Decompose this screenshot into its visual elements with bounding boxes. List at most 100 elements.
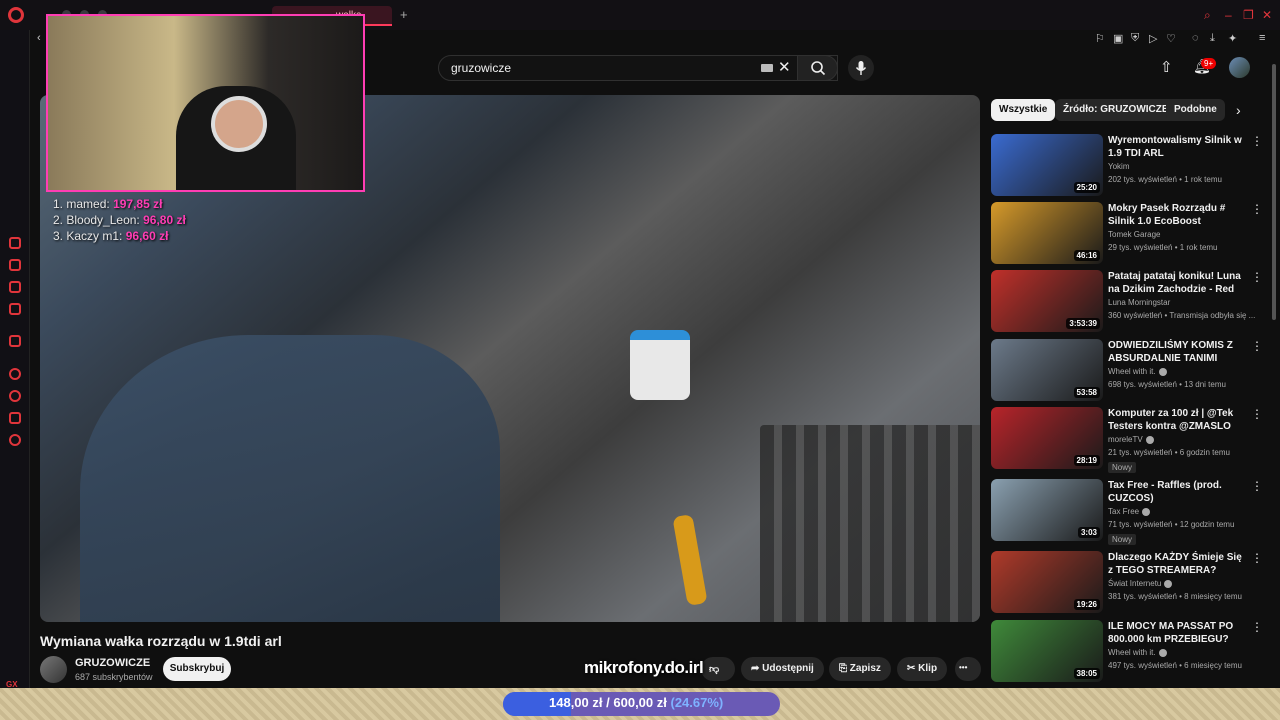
new-tab-button[interactable]: + (400, 7, 408, 22)
more-actions-button[interactable]: ••• (955, 657, 981, 681)
recommendation-thumbnail[interactable]: 46:16 (991, 202, 1103, 264)
scrollbar[interactable] (1272, 64, 1276, 320)
extensions-icon[interactable] (9, 412, 21, 424)
channel-avatar[interactable] (40, 656, 67, 683)
recommendation-item[interactable]: 28:19 Komputer za 100 zł | @Tek Testers k… (991, 407, 1263, 473)
recommendation-title[interactable]: Tax Free - Raffles (prod. CUZCOS) (1108, 479, 1248, 505)
voice-search-button[interactable] (848, 55, 874, 81)
close-window-icon[interactable]: ✕ (1262, 8, 1272, 22)
video-duration: 3:53:39 (1066, 318, 1100, 329)
recommendation-channel-row: Tax Free (1108, 507, 1151, 516)
share-button[interactable]: ➦ Udostępnij (741, 657, 824, 681)
verified-check-icon (1158, 648, 1167, 657)
video-frame-engine (760, 425, 980, 622)
clear-search-icon[interactable]: ✕ (778, 58, 791, 76)
maximize-icon[interactable]: ❐ (1243, 8, 1254, 22)
ai-icon[interactable]: ✦ (1228, 32, 1237, 45)
back-icon[interactable]: ‹ (37, 32, 41, 44)
recommendation-item[interactable]: 46:16 Mokry Pasek Rozrządu # Silnik 1.0 E… (991, 202, 1263, 266)
recommendation-title[interactable]: Mokry Pasek Rozrządu # Silnik 1.0 EcoBoo… (1108, 202, 1248, 228)
chevron-right-icon[interactable]: › (1236, 102, 1241, 118)
clip-label: Klip (918, 663, 938, 674)
music-icon[interactable] (9, 303, 21, 315)
history-icon[interactable] (9, 390, 21, 402)
bookmark-icon[interactable]: ⚐ (1095, 32, 1105, 45)
keyboard-icon[interactable] (761, 64, 773, 72)
recommendation-channel[interactable]: Yokim (1108, 162, 1130, 171)
recommendation-item[interactable]: 38:05 ILE MOCY MA PASSAT PO 800.000 km PR… (991, 620, 1263, 684)
recommendation-title[interactable]: Patataj patataj koniku! Luna na Dzikim Z… (1108, 270, 1248, 296)
recommendation-item[interactable]: 19:26 Dlaczego KAŻDY Śmieje Się z TEGO ST… (991, 551, 1263, 615)
account-avatar[interactable] (1229, 57, 1250, 78)
goal-percent: (24.67%) (670, 695, 724, 710)
recommendation-title[interactable]: Wyremontowalismy Silnik w 1.9 TDI ARL (1108, 134, 1248, 160)
search-tabs-icon[interactable]: ⌕ (1204, 8, 1211, 23)
donor-rank: 1. (53, 197, 64, 211)
kebab-menu-icon[interactable]: ⋮ (1251, 551, 1263, 565)
upload-icon[interactable]: ⇧ (1160, 58, 1173, 76)
recommendation-channel[interactable]: Wheel with it. (1108, 648, 1156, 657)
kebab-menu-icon[interactable]: ⋮ (1251, 620, 1263, 634)
opera-logo-icon[interactable] (8, 7, 24, 23)
goal-current: 148,00 zł (549, 695, 603, 710)
recommendation-item[interactable]: 3:03 Tax Free - Raffles (prod. CUZCOS) Tax… (991, 479, 1263, 545)
kebab-menu-icon[interactable]: ⋮ (1251, 270, 1263, 284)
recommendation-channel[interactable]: moreleTV (1108, 435, 1143, 444)
save-button[interactable]: ⎘ Zapisz (829, 657, 891, 681)
twitch-icon[interactable] (9, 335, 21, 347)
search-button[interactable] (797, 55, 838, 81)
messenger-icon[interactable] (9, 281, 21, 293)
player-icon[interactable] (9, 368, 21, 380)
recommendation-thumbnail[interactable]: 53:58 (991, 339, 1103, 401)
browser-sidebar: GX (0, 30, 30, 689)
shield-icon[interactable]: ⛨ (1131, 32, 1139, 45)
donor-name: Kaczy m1: (66, 229, 123, 243)
donor-amount: 96,80 zł (143, 213, 186, 227)
heart-icon[interactable]: ♡ (1166, 32, 1176, 45)
chip-related[interactable]: Podobne (1166, 99, 1225, 121)
recommendation-item[interactable]: 25:20 Wyremontowalismy Silnik w 1.9 TDI A… (991, 134, 1263, 198)
channel-name[interactable]: GRUZOWICZE (75, 657, 150, 669)
snapshot-icon[interactable]: ▣ (1113, 32, 1123, 45)
subscribe-button[interactable]: Subskrybuj (163, 657, 231, 681)
recommendation-thumbnail[interactable]: 3:03 (991, 479, 1103, 541)
menu-icon[interactable]: ≡ (1259, 32, 1265, 44)
recommendation-title[interactable]: ILE MOCY MA PASSAT PO 800.000 km PRZEBIE… (1108, 620, 1248, 646)
video-duration: 38:05 (1073, 668, 1100, 679)
recommendation-thumbnail[interactable]: 25:20 (991, 134, 1103, 196)
recommendation-thumbnail[interactable]: 3:53:39 (991, 270, 1103, 332)
settings-gear-icon[interactable] (9, 434, 21, 446)
speed-dial-icon[interactable] (9, 237, 21, 249)
recommendation-channel[interactable]: Wheel with it. (1108, 367, 1156, 376)
new-badge: Nowy (1108, 462, 1137, 473)
recommendation-thumbnail[interactable]: 38:05 (991, 620, 1103, 682)
recommendation-thumbnail[interactable]: 28:19 (991, 407, 1103, 469)
kebab-menu-icon[interactable]: ⋮ (1251, 479, 1263, 493)
recommendation-meta: 698 tys. wyświetleń • 13 dni temu (1108, 380, 1226, 389)
clip-button[interactable]: ✂ Klip (897, 657, 948, 681)
recommendation-title[interactable]: Dlaczego KAŻDY Śmieje Się z TEGO STREAME… (1108, 551, 1248, 577)
recommendation-title[interactable]: Komputer za 100 zł | @Tek Testers kontra… (1108, 407, 1248, 433)
kebab-menu-icon[interactable]: ⋮ (1251, 339, 1263, 353)
recommendation-title[interactable]: ODWIEDZILIŚMY KOMIS Z ABSURDALNIE TANIMI… (1108, 339, 1248, 365)
recommendation-item[interactable]: 3:53:39 Patataj patataj koniku! Luna na D… (991, 270, 1263, 334)
download-icon[interactable]: ⤓ (1210, 32, 1215, 45)
recommendation-item[interactable]: 53:58 ODWIEDZILIŚMY KOMIS Z ABSURDALNIE T… (991, 339, 1263, 403)
recommendation-channel-row: Tomek Garage (1108, 230, 1160, 239)
recommendation-meta: 202 tys. wyświetleń • 1 rok temu (1108, 175, 1222, 184)
play-icon[interactable]: ▷ (1149, 32, 1157, 45)
bag-icon[interactable] (9, 259, 21, 271)
recommendation-channel[interactable]: Tax Free (1108, 507, 1139, 516)
kebab-menu-icon[interactable]: ⋮ (1251, 407, 1263, 421)
dislike-button[interactable]: 👎︎ (701, 657, 735, 681)
kebab-menu-icon[interactable]: ⋮ (1251, 202, 1263, 216)
chip-source-channel[interactable]: Źródło: GRUZOWICZE (1055, 99, 1177, 121)
profile-icon[interactable]: ◌ (1192, 32, 1199, 44)
recommendation-channel[interactable]: Luna Morningstar (1108, 298, 1170, 307)
minimize-icon[interactable]: – (1225, 8, 1232, 22)
chip-all[interactable]: Wszystkie (991, 99, 1056, 121)
kebab-menu-icon[interactable]: ⋮ (1251, 134, 1263, 148)
recommendation-channel[interactable]: Świat Internetu (1108, 579, 1161, 588)
recommendation-channel[interactable]: Tomek Garage (1108, 230, 1160, 239)
recommendation-thumbnail[interactable]: 19:26 (991, 551, 1103, 613)
